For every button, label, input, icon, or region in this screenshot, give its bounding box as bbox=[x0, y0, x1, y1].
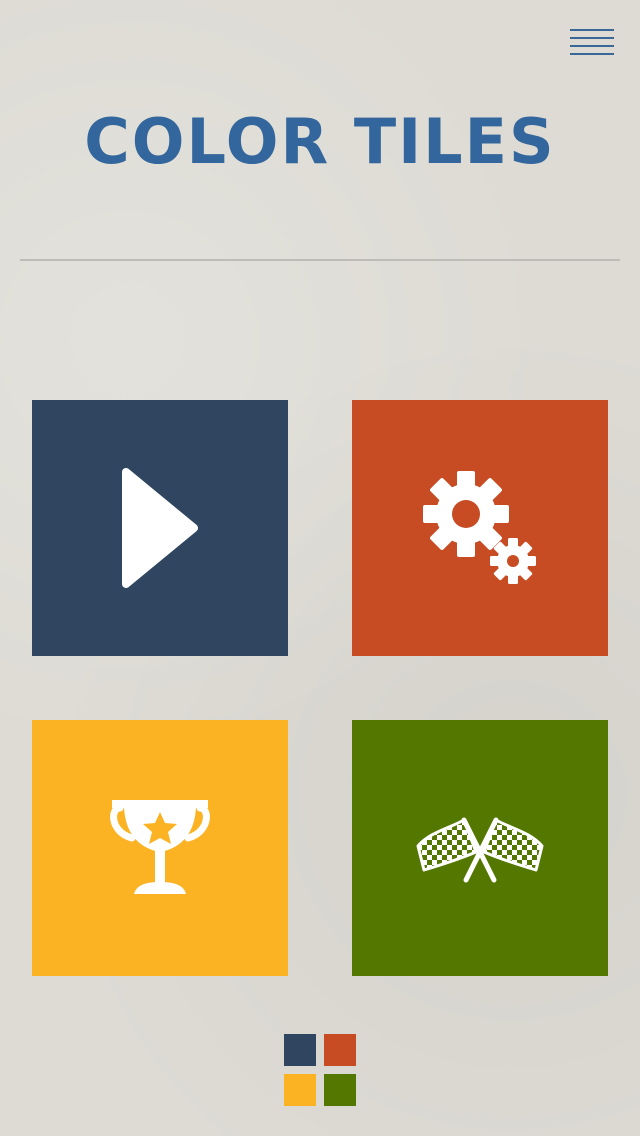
logo-square-blue bbox=[284, 1034, 316, 1066]
play-tile[interactable] bbox=[32, 400, 288, 656]
menu-button[interactable] bbox=[568, 26, 616, 60]
menu-line bbox=[570, 45, 614, 47]
logo-square-yellow bbox=[284, 1074, 316, 1106]
checkered-flags-icon bbox=[416, 817, 544, 883]
settings-tile[interactable] bbox=[352, 400, 608, 656]
menu-line bbox=[570, 53, 614, 55]
gears-icon bbox=[423, 471, 536, 584]
achievements-tile[interactable] bbox=[32, 720, 288, 976]
logo-square-orange bbox=[324, 1034, 356, 1066]
menu-line bbox=[570, 29, 614, 31]
header-divider bbox=[20, 259, 620, 261]
four-square-logo-icon bbox=[284, 1034, 356, 1106]
trophy-icon bbox=[110, 800, 210, 894]
app-title: COLOR TILES bbox=[84, 105, 556, 178]
logo-square-green bbox=[324, 1074, 356, 1106]
race-tile[interactable] bbox=[352, 720, 608, 976]
play-icon bbox=[122, 468, 198, 588]
menu-line bbox=[570, 37, 614, 39]
